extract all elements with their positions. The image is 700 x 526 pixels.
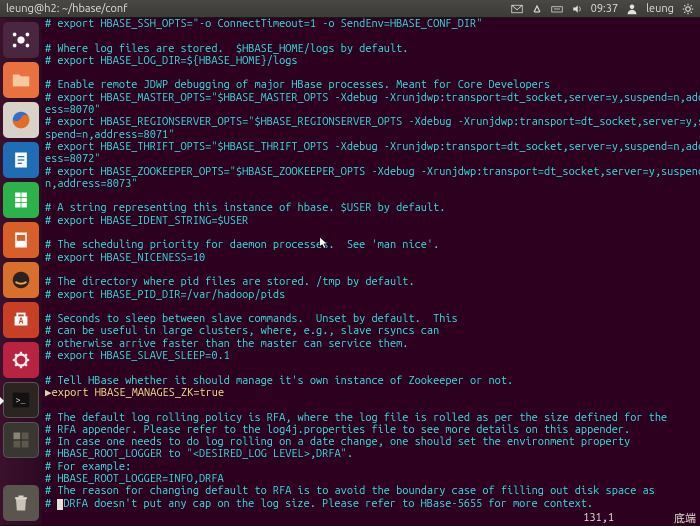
launcher-impress[interactable] (3, 222, 39, 258)
volume-icon[interactable] (571, 3, 583, 15)
mail-icon[interactable] (511, 3, 523, 15)
scroll-indicator: 底端 (674, 510, 696, 526)
svg-text:A: A (19, 316, 24, 326)
editor-line: # For example: (45, 461, 700, 473)
editor-line (45, 362, 700, 374)
user-label[interactable]: leung (646, 3, 674, 15)
editor-line: ess=8070" (45, 104, 700, 116)
launcher-workspaces[interactable] (3, 422, 39, 458)
launcher-calc[interactable] (3, 182, 39, 218)
editor-line (45, 30, 700, 42)
editor-line (45, 399, 700, 411)
launcher-files[interactable] (3, 62, 39, 98)
svg-text:>_: >_ (16, 397, 26, 406)
editor-line: # can be useful in large clusters, where… (45, 325, 700, 337)
editor-line (45, 227, 700, 239)
network-icon[interactable] (531, 3, 543, 15)
editor-line: spend=n,address=8071" (45, 129, 700, 141)
editor-line: ▶export HBASE_MANAGES_ZK=true (45, 387, 700, 399)
editor-line (45, 301, 700, 313)
vim-editor[interactable]: # export HBASE_SSH_OPTS="-o ConnectTimeo… (42, 18, 700, 525)
cursor-position: 131,1 (583, 512, 614, 524)
launcher-terminal[interactable]: >_ (3, 382, 39, 418)
editor-line: # The default log rolling policy is RFA,… (45, 412, 700, 424)
keyboard-icon[interactable] (551, 3, 563, 15)
launcher-trash[interactable] (3, 485, 39, 521)
editor-line: # Tell HBase whether it should manage it… (45, 375, 700, 387)
launcher-writer[interactable] (3, 142, 39, 178)
unity-launcher: A >_ (0, 18, 42, 525)
launcher-firefox[interactable] (3, 102, 39, 138)
editor-line: # A string representing this instance of… (45, 202, 700, 214)
editor-line: # export HBASE_NICENESS=10 (45, 252, 700, 264)
window-title: leung@h2: ~/hbase/conf (0, 3, 127, 15)
editor-line: # The scheduling priority for daemon pro… (45, 239, 700, 251)
editor-line: ess=8072" (45, 153, 700, 165)
launcher-software[interactable]: A (3, 302, 39, 338)
editor-line: # otherwise arrive faster than the maste… (45, 338, 700, 350)
launcher-amazon[interactable] (3, 262, 39, 298)
editor-line: # export HBASE_SSH_OPTS="-o ConnectTimeo… (45, 18, 700, 30)
editor-line: # In case one needs to do log rolling on… (45, 436, 700, 448)
vim-status-line: 131,1 底端 (42, 511, 700, 525)
top-panel: leung@h2: ~/hbase/conf 09:37 leung (0, 0, 700, 18)
editor-line: n,address=8073" (45, 178, 700, 190)
editor-line: # Enable remote JDWP debugging of major … (45, 79, 700, 91)
editor-line: # export HBASE_IDENT_STRING=$USER (45, 215, 700, 227)
editor-line: # export HBASE_REGIONSERVER_OPTS="$HBASE… (45, 116, 700, 128)
editor-line: # Where log files are stored. $HBASE_HOM… (45, 43, 700, 55)
editor-line: # HBASE_ROOT_LOGGER to "<DESIRED_LOG LEV… (45, 448, 700, 460)
editor-line: # export HBASE_LOG_DIR=${HBASE_HOME}/log… (45, 55, 700, 67)
editor-line: # DRFA doesn't put any cap on the log si… (45, 498, 700, 510)
editor-line: # export HBASE_PID_DIR=/var/hadoop/pids (45, 289, 700, 301)
editor-line: # export HBASE_MASTER_OPTS="$HBASE_MASTE… (45, 92, 700, 104)
editor-line: # export HBASE_SLAVE_SLEEP=0.1 (45, 350, 700, 362)
editor-line (45, 67, 700, 79)
user-icon[interactable] (626, 3, 638, 15)
editor-line (45, 190, 700, 202)
editor-line: # HBASE_ROOT_LOGGER=INFO,DRFA (45, 473, 700, 485)
launcher-settings[interactable] (3, 342, 39, 378)
editor-line (45, 264, 700, 276)
editor-line: # The directory where pid files are stor… (45, 276, 700, 288)
editor-line: # export HBASE_THRIFT_OPTS="$HBASE_THRIF… (45, 141, 700, 153)
editor-line: # export HBASE_ZOOKEEPER_OPTS="$HBASE_ZO… (45, 166, 700, 178)
editor-line: # RFA appender. Please refer to the log4… (45, 424, 700, 436)
launcher-dash[interactable] (3, 22, 39, 58)
editor-line: # Seconds to sleep between slave command… (45, 313, 700, 325)
gear-icon[interactable] (682, 3, 694, 15)
clock[interactable]: 09:37 (591, 3, 619, 15)
system-tray: 09:37 leung (511, 3, 700, 15)
editor-line: # The reason for changing default to RFA… (45, 485, 700, 497)
